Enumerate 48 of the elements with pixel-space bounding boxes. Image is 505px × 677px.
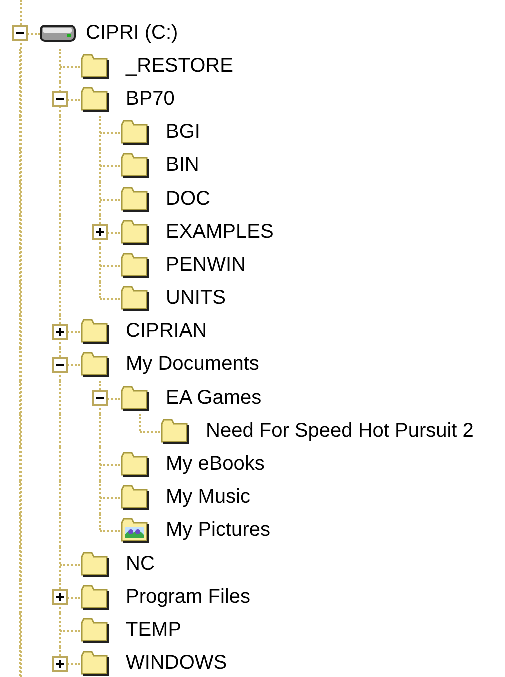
tree-item-label[interactable]: UNITS [166, 288, 226, 308]
expander-box[interactable] [92, 390, 108, 406]
expander-box[interactable] [52, 356, 68, 373]
folder-icon [160, 418, 190, 444]
tree-item-label[interactable]: BIN [166, 155, 200, 176]
folder-icon [120, 252, 150, 278]
tree-item-label[interactable]: My Pictures [166, 520, 270, 540]
expander-box[interactable] [52, 656, 68, 672]
tree-item-label[interactable]: EA Games [166, 388, 262, 408]
tree-item-label[interactable]: Program Files [126, 586, 250, 607]
expander-box[interactable] [52, 589, 68, 606]
tree-item-label[interactable]: CIPRI (C:) [86, 22, 178, 43]
tree-item-label[interactable]: PENWIN [166, 254, 246, 275]
drive-icon [40, 22, 76, 43]
folder-icon [80, 318, 110, 344]
tree-item-label[interactable]: _RESTORE [126, 56, 234, 76]
expander-box[interactable] [52, 91, 68, 108]
folder-icon [80, 52, 110, 79]
folder-icon [80, 616, 110, 643]
tree-item-label[interactable]: My Music [166, 487, 250, 508]
folder-icon [120, 484, 150, 510]
folder-icon [120, 285, 150, 312]
tree-item-label[interactable]: Need For Speed Hot Pursuit 2 [206, 420, 474, 441]
tree-item-label[interactable]: TEMP [126, 620, 182, 640]
tree-item-label[interactable]: DOC [166, 188, 210, 209]
folder-icon [120, 384, 150, 411]
folder-icon [120, 119, 150, 146]
folder-icon [80, 86, 110, 112]
tree-item-label[interactable]: EXAMPLES [166, 222, 274, 242]
folder-icon [80, 550, 110, 577]
folder-icon [120, 152, 150, 178]
expander-box[interactable] [12, 25, 28, 41]
folder-icon [80, 584, 110, 610]
tree-item-label[interactable]: CIPRIAN [126, 321, 208, 342]
folder-icon [80, 351, 110, 378]
folder-icon [120, 451, 150, 478]
tree-item-label[interactable]: My Documents [126, 354, 260, 374]
picture-folder-icon [120, 517, 150, 544]
folder-icon [80, 650, 110, 676]
folder-icon [120, 218, 150, 245]
folder-icon [120, 186, 150, 212]
tree-item-label[interactable]: WINDOWS [126, 653, 228, 674]
tree-item-label[interactable]: My eBooks [166, 454, 265, 474]
expander-box[interactable] [92, 224, 108, 240]
expander-box[interactable] [52, 324, 68, 340]
tree-item-label[interactable]: BP70 [126, 88, 175, 109]
tree-item-label[interactable]: BGI [166, 122, 200, 142]
tree-item-label[interactable]: NC [126, 554, 155, 574]
